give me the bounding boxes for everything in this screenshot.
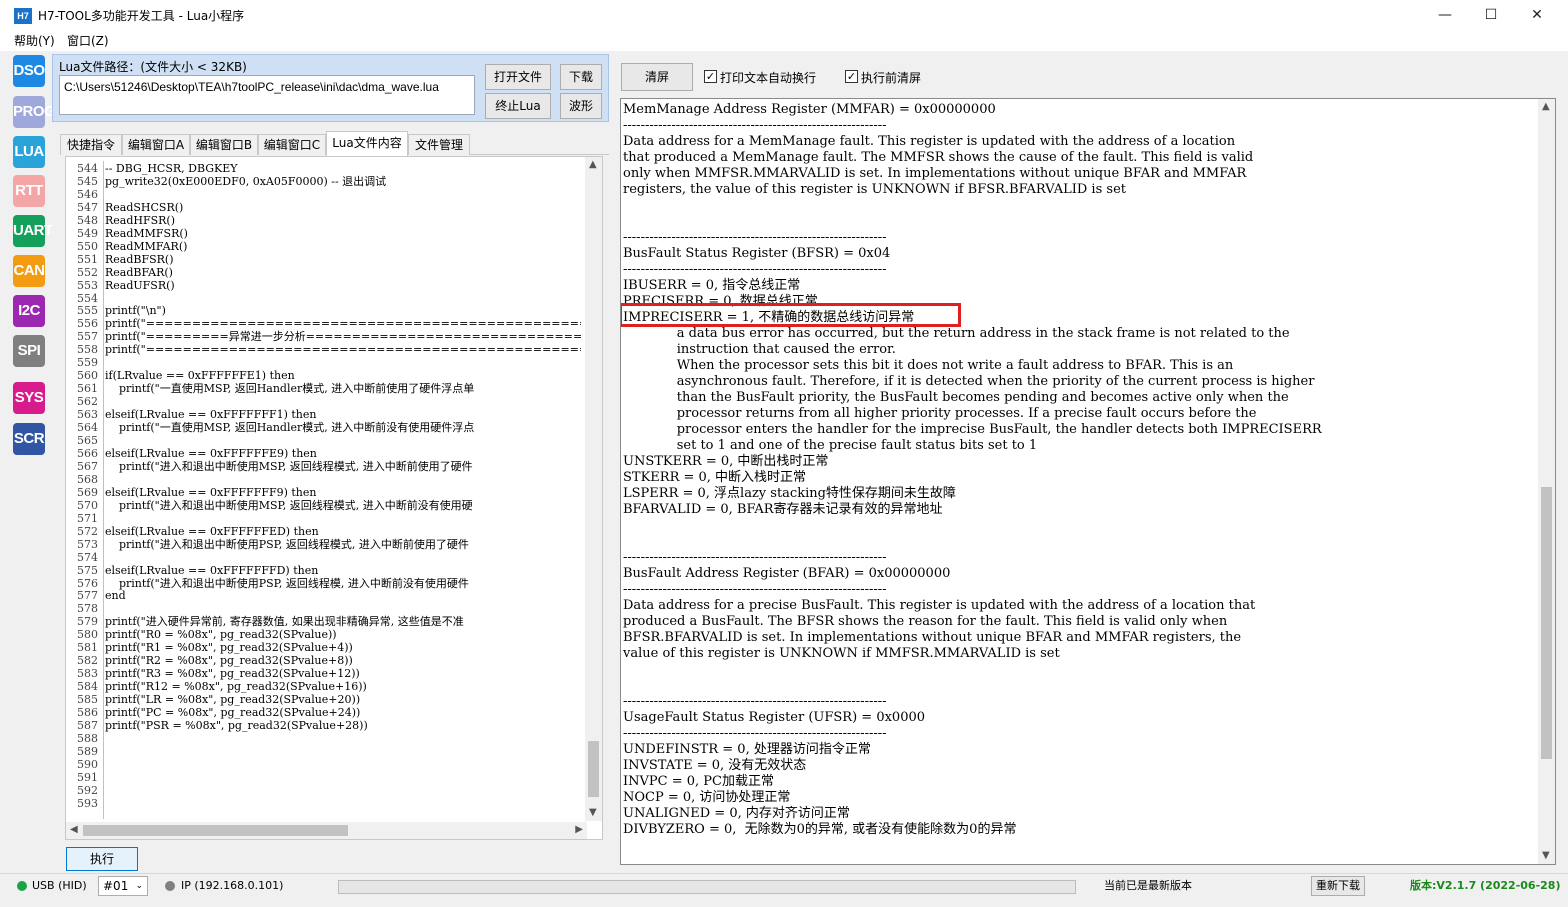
code-editor[interactable]: 544 545 546 547 548 549 550 551 552 553 … — [65, 156, 603, 840]
menu-help[interactable]: 帮助(Y) — [14, 33, 55, 49]
menu-window[interactable]: 窗口(Z) — [67, 33, 109, 49]
ip-status-icon — [165, 881, 175, 891]
app-icon: H7 — [14, 8, 32, 24]
sidebar-i2c-button[interactable]: I2C — [13, 295, 45, 327]
output-vscroll-thumb[interactable] — [1541, 487, 1552, 759]
execute-button[interactable]: 执行 — [66, 847, 138, 871]
scroll-left-icon[interactable]: ◀ — [70, 822, 78, 838]
code-hscroll-thumb[interactable] — [83, 825, 348, 836]
close-button[interactable]: ✕ — [1514, 0, 1560, 31]
open-file-button[interactable]: 打开文件 — [485, 64, 551, 90]
download-button[interactable]: 下载 — [560, 64, 602, 90]
title-bar: H7 H7-TOOL多功能开发工具 - Lua小程序 — ☐ ✕ — [0, 0, 1568, 31]
device-select[interactable]: #01 ⌄ — [98, 876, 148, 896]
chevron-down-icon[interactable]: ⌄ — [135, 877, 143, 895]
usb-status: USB (HID) — [32, 879, 87, 892]
file-path-label: Lua文件路径：(文件大小 < 32KB) — [59, 60, 247, 74]
waveform-button[interactable]: 波形 — [560, 93, 602, 119]
auto-wrap-checkbox[interactable]: ✓ — [704, 70, 717, 83]
editor-tabs: 快捷指令 编辑窗口A 编辑窗口B 编辑窗口C Lua文件内容 文件管理 — [60, 131, 609, 156]
code-vertical-scrollbar[interactable]: ▲ ▼ — [585, 157, 602, 821]
highlight-box — [621, 303, 961, 327]
sidebar-scr-button[interactable]: SCR — [13, 423, 45, 455]
tab-edit-c[interactable]: 编辑窗口C — [258, 134, 326, 155]
sidebar-sys-button[interactable]: SYS — [13, 382, 45, 414]
status-bar: USB (HID) #01 ⌄ IP (192.168.0.101) 当前已是最新… — [0, 873, 1568, 899]
clear-screen-button[interactable]: 清屏 — [621, 63, 693, 91]
stop-lua-button[interactable]: 终止Lua — [485, 93, 551, 119]
output-scroll-down-icon[interactable]: ▼ — [1542, 848, 1550, 864]
sidebar-prog-button[interactable]: PROG — [13, 96, 56, 128]
version-label: 版本:V2.1.7 (2022-06-28) — [1410, 879, 1561, 892]
output-scroll-up-icon[interactable]: ▲ — [1542, 99, 1550, 115]
file-path-area: Lua文件路径：(文件大小 < 32KB) C:\Users\51246\Des… — [52, 54, 609, 122]
left-panel: Lua文件路径：(文件大小 < 32KB) C:\Users\51246\Des… — [52, 51, 609, 873]
sidebar-uart-button[interactable]: UART — [13, 215, 53, 247]
code-horizontal-scrollbar[interactable]: ◀ ▶ — [66, 822, 587, 839]
scroll-right-icon[interactable]: ▶ — [575, 822, 583, 838]
gutter-divider — [103, 161, 104, 819]
redownload-button[interactable]: 重新下载 — [1311, 876, 1365, 896]
progress-bar — [338, 880, 1076, 894]
tab-edit-a[interactable]: 编辑窗口A — [122, 134, 190, 155]
sidebar-lua-button[interactable]: LUA — [13, 136, 45, 168]
tab-quick-commands[interactable]: 快捷指令 — [60, 134, 122, 155]
tab-lua-file-content[interactable]: Lua文件内容 — [326, 131, 408, 156]
clear-before-exec-checkbox[interactable]: ✓ — [845, 70, 858, 83]
device-select-value: #01 — [103, 879, 129, 893]
minimize-button[interactable]: — — [1422, 0, 1468, 31]
clear-before-exec-label[interactable]: 执行前清屏 — [861, 69, 921, 86]
output-console[interactable]: MemManage Address Register (MMFAR) = 0x0… — [620, 98, 1556, 865]
scroll-down-icon[interactable]: ▼ — [589, 805, 597, 821]
sidebar-can-button[interactable]: CAN — [13, 255, 45, 287]
output-vertical-scrollbar[interactable]: ▲ ▼ — [1538, 99, 1555, 864]
auto-wrap-label[interactable]: 打印文本自动换行 — [720, 69, 816, 86]
line-numbers: 544 545 546 547 548 549 550 551 552 553 … — [77, 162, 98, 810]
usb-status-icon — [17, 881, 27, 891]
menu-bar: 帮助(Y) 窗口(Z) — [0, 31, 1568, 51]
file-path-input[interactable]: C:\Users\51246\Desktop\TEA\h7toolPC_rele… — [59, 75, 475, 115]
maximize-button[interactable]: ☐ — [1468, 0, 1514, 31]
window-title: H7-TOOL多功能开发工具 - Lua小程序 — [38, 9, 245, 23]
sidebar-rtt-button[interactable]: RTT — [13, 175, 45, 207]
ip-status: IP (192.168.0.101) — [181, 879, 284, 892]
sidebar-dso-button[interactable]: DSO — [13, 55, 45, 87]
scroll-up-icon[interactable]: ▲ — [589, 157, 597, 173]
code-text[interactable]: -- DBG_HCSR, DBGKEY pg_write32(0xE000EDF… — [105, 163, 581, 815]
right-panel: 清屏 ✓ 打印文本自动换行 ✓ 执行前清屏 MemManage Address … — [612, 51, 1560, 873]
update-status: 当前已是最新版本 — [1104, 879, 1192, 892]
code-vscroll-thumb[interactable] — [588, 741, 599, 797]
sidebar: DSO PROG LUA RTT UART CAN I2C SPI SYS SC… — [8, 51, 56, 873]
tab-edit-b[interactable]: 编辑窗口B — [190, 134, 258, 155]
tab-file-manager[interactable]: 文件管理 — [408, 134, 470, 155]
output-text: MemManage Address Register (MMFAR) = 0x0… — [623, 102, 1322, 837]
sidebar-spi-button[interactable]: SPI — [13, 335, 45, 367]
